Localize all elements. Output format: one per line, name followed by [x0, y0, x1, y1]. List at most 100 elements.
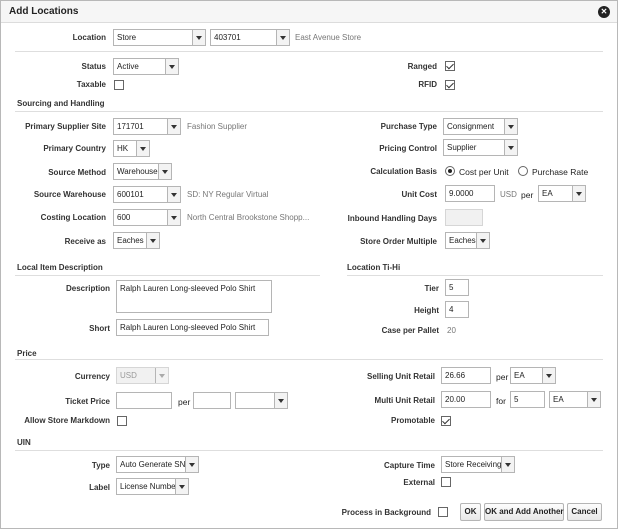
purchase-type-value: Consignment	[447, 122, 495, 131]
purchase-type-select[interactable]: Consignment	[443, 118, 518, 135]
pricing-control-value: Supplier	[447, 143, 477, 152]
selling-unit-retail-uom-select[interactable]: EA	[510, 367, 556, 384]
purchase-rate-radio[interactable]	[518, 166, 528, 176]
multi-unit-retail-label: Multi Unit Retail	[374, 396, 435, 405]
multi-unit-retail-uom-select[interactable]: EA	[549, 391, 601, 408]
status-select[interactable]: Active	[113, 58, 179, 75]
height-input[interactable]: 4	[445, 301, 469, 318]
chevron-down-icon	[542, 368, 555, 383]
source-warehouse-value: 600101	[117, 190, 144, 199]
calculation-basis-label: Calculation Basis	[370, 167, 437, 176]
ok-and-add-another-button[interactable]: OK and Add Another	[484, 503, 564, 521]
divider	[15, 275, 320, 276]
short-input[interactable]: Ralph Lauren Long-sleeved Polo Shirt	[116, 319, 269, 336]
cost-per-unit-radio[interactable]	[445, 166, 455, 176]
add-locations-dialog: Add Locations ✕ Location Store 403701 Ea…	[0, 0, 618, 529]
source-warehouse-select[interactable]: 600101	[113, 186, 181, 203]
primary-country-value: HK	[117, 144, 129, 153]
tier-label: Tier	[424, 284, 439, 293]
section-sourcing-handling: Sourcing and Handling	[17, 99, 105, 108]
source-method-label: Source Method	[48, 168, 106, 177]
unit-cost-input[interactable]: 9.0000	[445, 185, 495, 202]
uin-type-value: Auto Generate SN	[120, 460, 186, 469]
external-label: External	[403, 478, 435, 487]
section-local-item-description: Local Item Description	[17, 263, 103, 272]
source-method-select[interactable]: Warehouse	[113, 163, 172, 180]
divider	[15, 111, 603, 112]
height-label: Height	[414, 306, 439, 315]
source-warehouse-label: Source Warehouse	[33, 190, 106, 199]
ranged-checkbox[interactable]	[445, 61, 455, 71]
location-type-value: Store	[117, 33, 137, 42]
uin-label-value: License Number	[120, 482, 179, 491]
description-input[interactable]: Ralph Lauren Long-sleeved Polo Shirt	[116, 280, 272, 313]
chevron-down-icon	[587, 392, 600, 407]
ranged-label: Ranged	[407, 62, 437, 71]
location-id-select[interactable]: 403701	[210, 29, 290, 46]
chevron-down-icon	[192, 30, 205, 45]
chevron-down-icon	[274, 393, 287, 408]
external-checkbox[interactable]	[441, 477, 451, 487]
uin-label-select[interactable]: License Number	[116, 478, 189, 495]
source-warehouse-desc: SD: NY Regular Virtual	[187, 190, 269, 199]
process-in-background-label: Process in Background	[341, 508, 431, 517]
unit-cost-uom-select[interactable]: EA	[538, 185, 586, 202]
primary-supplier-site-select[interactable]: 171701	[113, 118, 181, 135]
taxable-checkbox[interactable]	[114, 80, 124, 90]
inbound-handling-days-input[interactable]	[445, 209, 483, 226]
primary-supplier-site-label: Primary Supplier Site	[25, 122, 106, 131]
rfid-checkbox[interactable]	[445, 80, 455, 90]
ticket-price-input[interactable]	[116, 392, 172, 409]
promotable-label: Promotable	[390, 416, 435, 425]
taxable-label: Taxable	[76, 80, 106, 89]
close-icon[interactable]: ✕	[598, 6, 610, 18]
ticket-price-uom-select[interactable]	[235, 392, 288, 409]
chevron-down-icon	[572, 186, 585, 201]
unit-cost-currency: USD	[500, 190, 517, 199]
ticket-price-per: per	[178, 397, 191, 407]
multi-unit-retail-for: for	[496, 396, 506, 406]
process-in-background-checkbox[interactable]	[438, 507, 448, 517]
primary-country-select[interactable]: HK	[113, 140, 150, 157]
currency-select[interactable]: USD	[116, 367, 169, 384]
pricing-control-select[interactable]: Supplier	[443, 139, 518, 156]
costing-location-select[interactable]: 600	[113, 209, 181, 226]
section-uin: UIN	[17, 438, 31, 447]
capture-time-select[interactable]: Store Receiving	[441, 456, 515, 473]
rfid-label: RFID	[418, 80, 437, 89]
purchase-type-label: Purchase Type	[380, 122, 437, 131]
costing-location-value: 600	[117, 213, 131, 222]
divider	[347, 275, 603, 276]
chevron-down-icon	[504, 119, 517, 134]
chevron-down-icon	[167, 210, 180, 225]
multi-unit-retail-input[interactable]: 20.00	[441, 391, 491, 408]
unit-cost-label: Unit Cost	[401, 190, 437, 199]
cancel-button[interactable]: Cancel	[567, 503, 602, 521]
ticket-price-label: Ticket Price	[65, 397, 110, 406]
dialog-titlebar: Add Locations ✕	[1, 1, 617, 23]
inbound-handling-days-label: Inbound Handling Days	[347, 214, 437, 223]
short-label: Short	[89, 324, 110, 333]
receive-as-select[interactable]: Eaches	[113, 232, 160, 249]
multi-unit-retail-qty-input[interactable]: 5	[510, 391, 545, 408]
primary-country-label: Primary Country	[43, 144, 106, 153]
currency-value: USD	[120, 371, 137, 380]
store-order-multiple-label: Store Order Multiple	[360, 237, 437, 246]
location-type-select[interactable]: Store	[113, 29, 206, 46]
ticket-price-qty-input[interactable]	[193, 392, 231, 409]
selling-unit-retail-label: Selling Unit Retail	[366, 372, 435, 381]
tier-input[interactable]: 5	[445, 279, 469, 296]
chevron-down-icon	[185, 457, 198, 472]
ok-button[interactable]: OK	[460, 503, 481, 521]
allow-store-markdown-checkbox[interactable]	[117, 416, 127, 426]
chevron-down-icon	[167, 187, 180, 202]
unit-cost-uom-value: EA	[542, 189, 553, 198]
store-order-multiple-select[interactable]: Eaches	[445, 232, 490, 249]
capture-time-value: Store Receiving	[445, 460, 502, 469]
section-location-ti-hi: Location Ti-Hi	[347, 263, 401, 272]
chevron-down-icon	[165, 59, 178, 74]
selling-unit-retail-input[interactable]: 26.66	[441, 367, 491, 384]
uin-type-select[interactable]: Auto Generate SN	[116, 456, 199, 473]
chevron-down-icon	[158, 164, 171, 179]
promotable-checkbox[interactable]	[441, 416, 451, 426]
